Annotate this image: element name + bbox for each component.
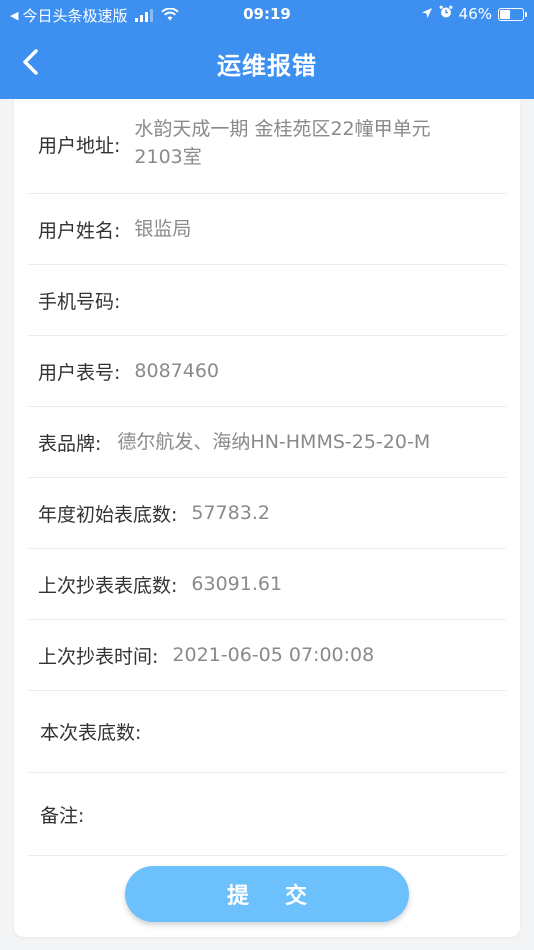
current-reading-label: 本次表底数: [40,722,142,744]
meter-brand-value: 德尔航发、海纳HN-HMMS-25-20-M [117,431,431,453]
initial-reading-row: 年度初始表底数: 57783.2 [28,478,506,549]
last-reading-value: 63091.61 [191,573,283,595]
battery-percent: 46% [458,5,492,23]
remark-row[interactable]: 备注: [28,773,506,856]
last-reading-time-value: 2021-06-05 07:00:08 [172,644,375,666]
alarm-icon [439,5,453,23]
submit-button[interactable]: 提交 [125,866,409,922]
initial-reading-label: 年度初始表底数: [38,503,178,526]
app-header: ◀ 今日头条极速版 09:19 46% 运维报错 [0,0,534,99]
meter-number-label: 用户表号: [38,361,121,384]
meter-number-value: 8087460 [134,360,220,382]
address-label: 用户地址: [38,135,121,157]
phone-label: 手机号码: [38,290,121,313]
battery-icon [498,7,527,21]
name-row: 用户姓名: 银监局 [28,194,506,265]
location-arrow-icon [421,5,433,23]
meter-number-row: 用户表号: 8087460 [28,336,506,407]
initial-reading-value: 57783.2 [191,502,270,524]
address-row: 用户地址: 水韵天成一期 金桂苑区22幢甲单元 2103室 [28,99,506,194]
meter-brand-row: 表品牌: 德尔航发、海纳HN-HMMS-25-20-M [28,407,506,478]
meter-brand-label: 表品牌: [38,432,102,455]
status-bar: ◀ 今日头条极速版 09:19 46% [0,0,534,30]
last-reading-label: 上次抄表表底数: [38,574,178,597]
current-reading-row[interactable]: 本次表底数: [28,691,506,773]
last-reading-time-row: 上次抄表时间: 2021-06-05 07:00:08 [28,620,506,691]
last-reading-time-label: 上次抄表时间: [38,645,159,668]
form-card: 用户地址: 水韵天成一期 金桂苑区22幢甲单元 2103室 用户姓名: 银监局 … [14,99,520,937]
address-value: 水韵天成一期 金桂苑区22幢甲单元 2103室 [134,115,430,171]
nav-bar: 运维报错 [0,36,534,90]
phone-row[interactable]: 手机号码: [28,265,506,336]
last-reading-row: 上次抄表表底数: 63091.61 [28,549,506,620]
address-line-2: 2103室 [134,146,202,168]
remark-label: 备注: [40,804,85,827]
name-label: 用户姓名: [38,219,121,242]
name-value: 银监局 [134,218,192,240]
page-title: 运维报错 [217,52,317,80]
address-line-1: 水韵天成一期 金桂苑区22幢甲单元 [134,118,431,140]
